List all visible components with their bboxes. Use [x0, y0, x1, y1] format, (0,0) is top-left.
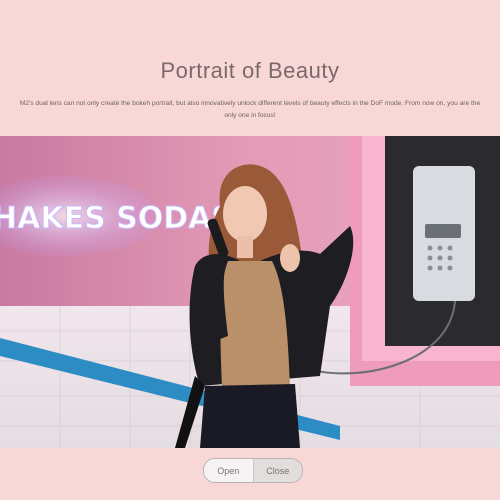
open-button[interactable]: Open [204, 459, 253, 482]
portrait-photo: HAKES SODAS [0, 136, 500, 448]
close-button[interactable]: Close [252, 459, 302, 482]
open-close-toggle: Open Close [203, 458, 303, 483]
neon-sign-text: HAKES SODAS [0, 201, 233, 236]
page-title: Portrait of Beauty [160, 58, 340, 83]
page-description: M2's dual lens can not only create the b… [19, 100, 481, 119]
